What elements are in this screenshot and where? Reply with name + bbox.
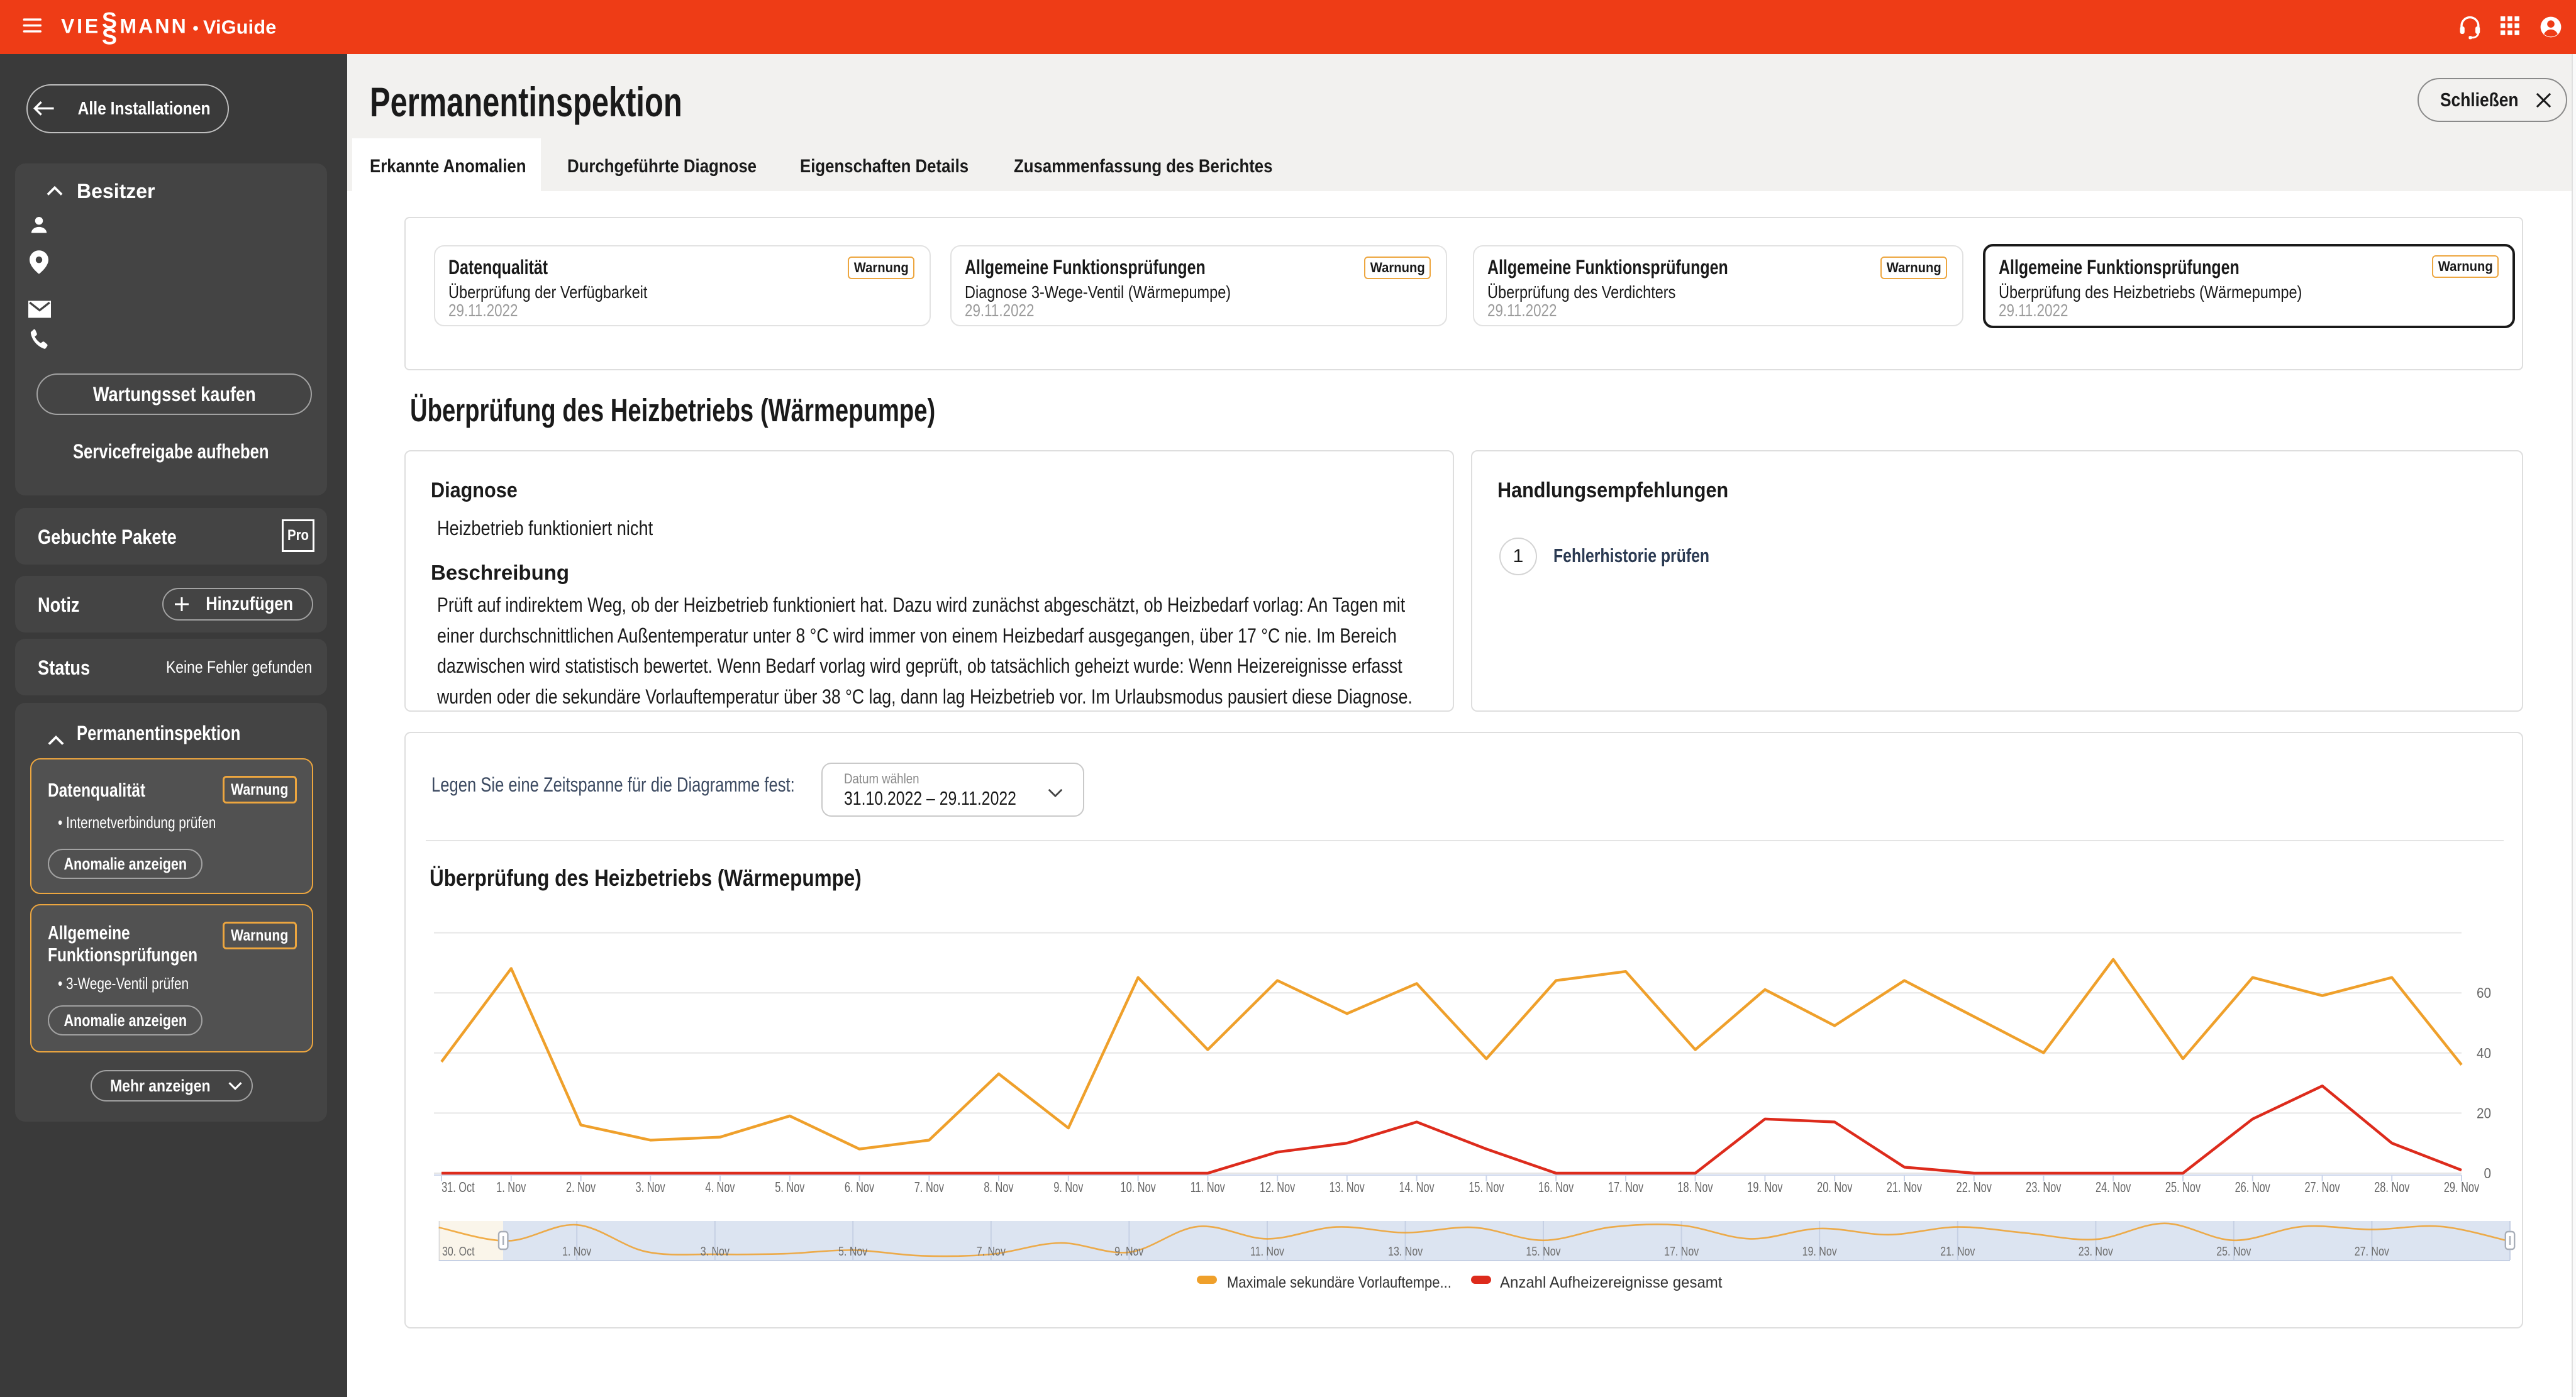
svg-text:29. Nov: 29. Nov: [2444, 1179, 2479, 1195]
svg-text:ViGuide: ViGuide: [203, 17, 276, 38]
svg-text:18. Nov: 18. Nov: [1677, 1179, 1713, 1195]
svg-text:3. Nov: 3. Nov: [636, 1179, 665, 1195]
svg-text:17. Nov: 17. Nov: [1664, 1244, 1699, 1258]
svg-text:21. Nov: 21. Nov: [1940, 1244, 1975, 1258]
svg-text:22. Nov: 22. Nov: [1957, 1179, 1992, 1195]
svg-text:24. Nov: 24. Nov: [2096, 1179, 2131, 1195]
svg-text:7. Nov: 7. Nov: [914, 1179, 944, 1195]
svg-text:4. Nov: 4. Nov: [705, 1179, 735, 1195]
svg-text:28. Nov: 28. Nov: [2374, 1179, 2409, 1195]
svg-text:25. Nov: 25. Nov: [2165, 1179, 2201, 1195]
svg-text:27. Nov: 27. Nov: [2355, 1244, 2389, 1258]
svg-text:12. Nov: 12. Nov: [1260, 1179, 1295, 1195]
svg-text:MANN: MANN: [119, 15, 187, 38]
svg-text:27. Nov: 27. Nov: [2304, 1179, 2340, 1195]
svg-text:13. Nov: 13. Nov: [1330, 1179, 1365, 1195]
svg-text:8. Nov: 8. Nov: [984, 1179, 1013, 1195]
svg-text:23. Nov: 23. Nov: [2079, 1244, 2113, 1258]
svg-text:31. Oct: 31. Oct: [441, 1179, 475, 1195]
svg-text:14. Nov: 14. Nov: [1399, 1179, 1434, 1195]
svg-text:3. Nov: 3. Nov: [701, 1244, 730, 1258]
svg-text:25. Nov: 25. Nov: [2216, 1244, 2251, 1258]
svg-text:16. Nov: 16. Nov: [1538, 1179, 1574, 1195]
svg-text:11. Nov: 11. Nov: [1191, 1179, 1225, 1195]
svg-text:5. Nov: 5. Nov: [838, 1244, 867, 1258]
svg-text:23. Nov: 23. Nov: [2026, 1179, 2061, 1195]
svg-text:21. Nov: 21. Nov: [1887, 1179, 1922, 1195]
svg-text:17. Nov: 17. Nov: [1608, 1179, 1643, 1195]
svg-text:20. Nov: 20. Nov: [1817, 1179, 1852, 1195]
svg-text:5. Nov: 5. Nov: [775, 1179, 804, 1195]
svg-text:10. Nov: 10. Nov: [1121, 1179, 1156, 1195]
svg-text:1. Nov: 1. Nov: [496, 1179, 526, 1195]
svg-text:15. Nov: 15. Nov: [1526, 1244, 1560, 1258]
svg-text:2. Nov: 2. Nov: [566, 1179, 596, 1195]
svg-text:11. Nov: 11. Nov: [1250, 1244, 1284, 1258]
svg-text:13. Nov: 13. Nov: [1388, 1244, 1423, 1258]
svg-text:20: 20: [2477, 1105, 2491, 1121]
svg-text:VIE: VIE: [61, 15, 101, 38]
svg-text:30. Oct: 30. Oct: [442, 1244, 475, 1258]
svg-text:S: S: [102, 24, 117, 50]
svg-text:60: 60: [2477, 985, 2491, 1001]
svg-text:6. Nov: 6. Nov: [845, 1179, 874, 1195]
svg-text:0: 0: [2484, 1165, 2491, 1181]
svg-text:Maximale sekundäre Vorlauftemp: Maximale sekundäre Vorlauftempe...: [1227, 1274, 1452, 1291]
svg-text:19. Nov: 19. Nov: [1747, 1179, 1782, 1195]
svg-text:15. Nov: 15. Nov: [1468, 1179, 1504, 1195]
svg-text:26. Nov: 26. Nov: [2235, 1179, 2270, 1195]
svg-text:9. Nov: 9. Nov: [1114, 1244, 1143, 1258]
svg-text:40: 40: [2477, 1045, 2491, 1061]
svg-text:9. Nov: 9. Nov: [1053, 1179, 1083, 1195]
svg-text:Anzahl Aufheizereignisse gesam: Anzahl Aufheizereignisse gesamt: [1500, 1274, 1723, 1292]
svg-text:19. Nov: 19. Nov: [1802, 1244, 1837, 1258]
svg-text:7. Nov: 7. Nov: [977, 1244, 1006, 1258]
svg-text:1. Nov: 1. Nov: [562, 1244, 591, 1258]
